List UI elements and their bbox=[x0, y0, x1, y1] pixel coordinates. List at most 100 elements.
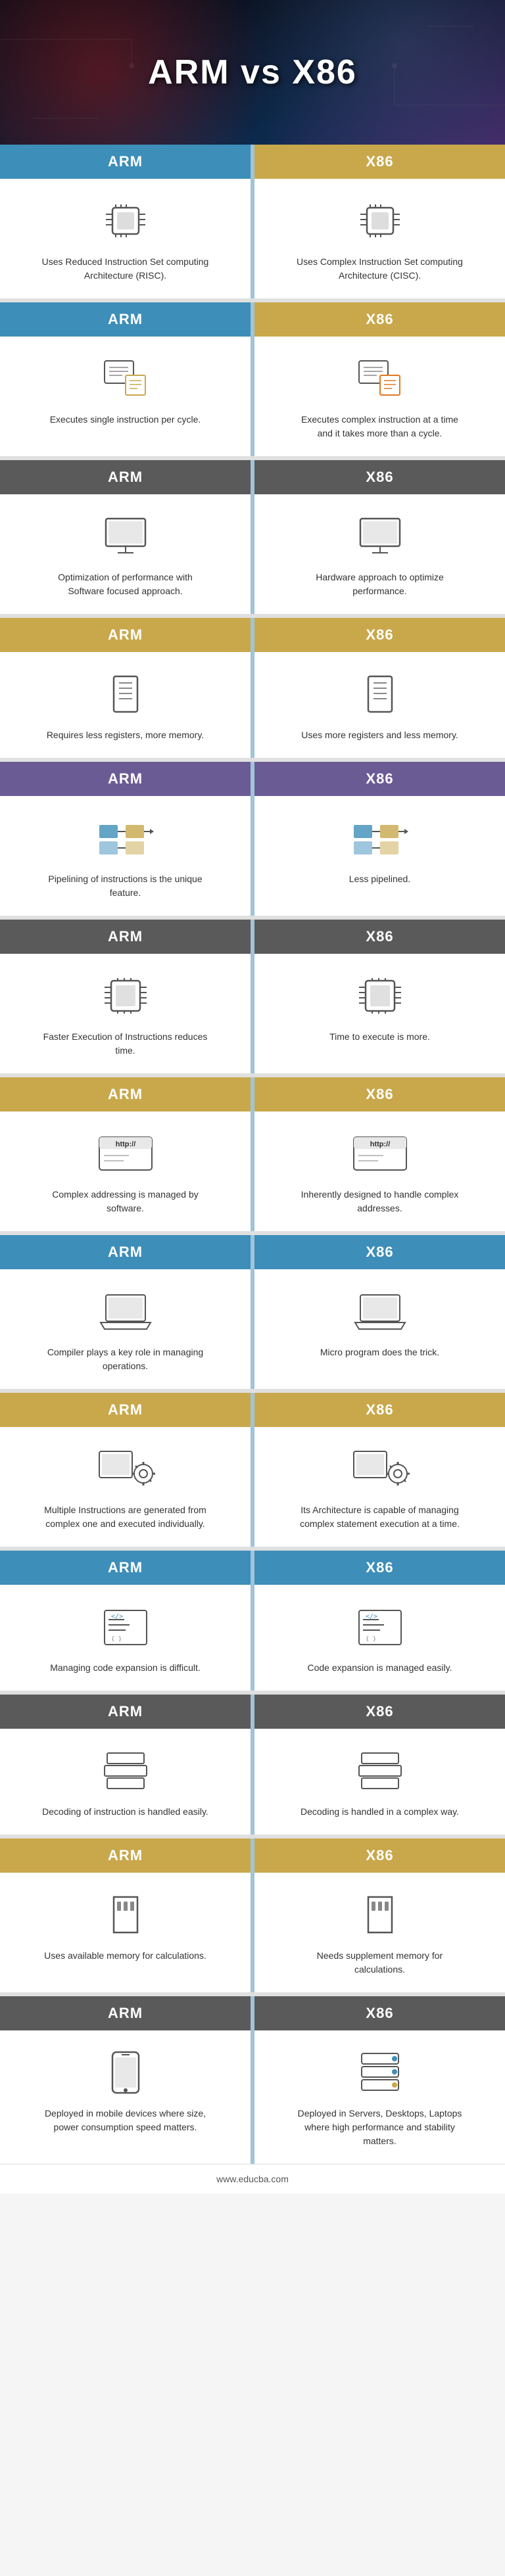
arm-col-instruction-set: Uses Reduced Instruction Set computing A… bbox=[0, 179, 251, 298]
arm-desc-registers: Requires less registers, more memory. bbox=[47, 728, 204, 742]
arm-label-execution-speed: ARM bbox=[0, 920, 251, 954]
x86-col-deployment: Deployed in Servers, Desktops, Laptops w… bbox=[254, 2030, 505, 2164]
arm-col-addressing: http:// Complex addressing is managed by… bbox=[0, 1112, 251, 1231]
content-row-compiler: Compiler plays a key role in managing op… bbox=[0, 1269, 505, 1389]
section-header-deployment: ARM X86 bbox=[0, 1996, 505, 2030]
x86-label-execution-speed: X86 bbox=[254, 920, 505, 954]
arm-desc-pipelining: Pipelining of instructions is the unique… bbox=[40, 872, 211, 900]
x86-col-execution: Executes complex instruction at a time a… bbox=[254, 337, 505, 456]
section-header-microinstructions: ARM X86 bbox=[0, 1393, 505, 1427]
x86-label-registers: X86 bbox=[254, 618, 505, 652]
arm-desc-compiler: Compiler plays a key role in managing op… bbox=[40, 1346, 211, 1373]
content-row-code-expansion: </> { } Managing code expansion is diffi… bbox=[0, 1585, 505, 1691]
x86-col-memory: Needs supplement memory for calculations… bbox=[254, 1873, 505, 1992]
x86-icon-performance bbox=[350, 510, 410, 563]
arm-label-performance: ARM bbox=[0, 460, 251, 494]
page-title: ARM vs X86 bbox=[148, 53, 357, 92]
arm-label-deployment: ARM bbox=[0, 1996, 251, 2030]
x86-desc-addressing: Inherently designed to handle complex ad… bbox=[295, 1188, 466, 1215]
content-row-registers: Requires less registers, more memory. Us… bbox=[0, 652, 505, 758]
section-header-performance: ARM X86 bbox=[0, 460, 505, 494]
arm-col-pipelining: Pipelining of instructions is the unique… bbox=[0, 796, 251, 916]
x86-col-performance: Hardware approach to optimize performanc… bbox=[254, 494, 505, 614]
section-header-pipelining: ARM X86 bbox=[0, 762, 505, 796]
arm-desc-addressing: Complex addressing is managed by softwar… bbox=[40, 1188, 211, 1215]
x86-desc-registers: Uses more registers and less memory. bbox=[301, 728, 458, 742]
arm-col-code-expansion: </> { } Managing code expansion is diffi… bbox=[0, 1585, 251, 1691]
content-row-execution: Executes single instruction per cycle. E… bbox=[0, 337, 505, 456]
arm-icon-registers bbox=[96, 668, 155, 720]
arm-label-registers: ARM bbox=[0, 618, 251, 652]
arm-desc-execution-speed: Faster Execution of Instructions reduces… bbox=[40, 1030, 211, 1058]
arm-col-microinstructions: Multiple Instructions are generated from… bbox=[0, 1427, 251, 1547]
x86-col-execution-speed: Time to execute is more. bbox=[254, 954, 505, 1073]
arm-label-execution: ARM bbox=[0, 302, 251, 337]
x86-desc-deployment: Deployed in Servers, Desktops, Laptops w… bbox=[295, 2107, 466, 2148]
x86-label-deployment: X86 bbox=[254, 1996, 505, 2030]
content-row-execution-speed: Faster Execution of Instructions reduces… bbox=[0, 954, 505, 1073]
x86-label-decoding: X86 bbox=[254, 1695, 505, 1729]
x86-label-instruction-set: X86 bbox=[254, 145, 505, 179]
x86-desc-pipelining: Less pipelined. bbox=[349, 872, 410, 886]
section-header-memory: ARM X86 bbox=[0, 1838, 505, 1873]
x86-icon-compiler bbox=[350, 1285, 410, 1338]
arm-label-decoding: ARM bbox=[0, 1695, 251, 1729]
content-row-performance: Optimization of performance with Softwar… bbox=[0, 494, 505, 614]
footer: www.educba.com bbox=[0, 2164, 505, 2193]
arm-desc-decoding: Decoding of instruction is handled easil… bbox=[42, 1805, 208, 1819]
x86-label-pipelining: X86 bbox=[254, 762, 505, 796]
x86-icon-execution-speed bbox=[350, 970, 410, 1022]
x86-col-addressing: http:// Inherently designed to handle co… bbox=[254, 1112, 505, 1231]
arm-label-microinstructions: ARM bbox=[0, 1393, 251, 1427]
arm-label-compiler: ARM bbox=[0, 1235, 251, 1269]
x86-icon-decoding bbox=[350, 1745, 410, 1797]
x86-desc-execution: Executes complex instruction at a time a… bbox=[295, 413, 466, 440]
x86-icon-memory bbox=[350, 1888, 410, 1941]
arm-icon-addressing: http:// bbox=[96, 1127, 155, 1180]
x86-col-code-expansion: </> { } Code expansion is managed easily… bbox=[254, 1585, 505, 1691]
x86-icon-instruction-set bbox=[350, 195, 410, 247]
x86-label-addressing: X86 bbox=[254, 1077, 505, 1112]
section-header-decoding: ARM X86 bbox=[0, 1695, 505, 1729]
rows-container: ARM X86 Uses Reduced Instruction Set com… bbox=[0, 145, 505, 2164]
x86-desc-code-expansion: Code expansion is managed easily. bbox=[308, 1661, 452, 1675]
arm-desc-microinstructions: Multiple Instructions are generated from… bbox=[40, 1503, 211, 1531]
footer-text: www.educba.com bbox=[216, 2174, 289, 2184]
x86-label-memory: X86 bbox=[254, 1838, 505, 1873]
content-row-pipelining: Pipelining of instructions is the unique… bbox=[0, 796, 505, 916]
x86-desc-performance: Hardware approach to optimize performanc… bbox=[295, 571, 466, 598]
content-row-decoding: Decoding of instruction is handled easil… bbox=[0, 1729, 505, 1835]
section-header-execution: ARM X86 bbox=[0, 302, 505, 337]
x86-desc-execution-speed: Time to execute is more. bbox=[329, 1030, 430, 1044]
arm-col-registers: Requires less registers, more memory. bbox=[0, 652, 251, 758]
svg-text:</>: </> bbox=[366, 1613, 377, 1620]
arm-icon-microinstructions bbox=[96, 1443, 155, 1495]
arm-icon-memory bbox=[96, 1888, 155, 1941]
x86-icon-registers bbox=[350, 668, 410, 720]
x86-label-performance: X86 bbox=[254, 460, 505, 494]
arm-icon-instruction-set bbox=[96, 195, 155, 247]
arm-icon-execution-speed bbox=[96, 970, 155, 1022]
arm-col-deployment: Deployed in mobile devices where size, p… bbox=[0, 2030, 251, 2164]
content-row-instruction-set: Uses Reduced Instruction Set computing A… bbox=[0, 179, 505, 298]
x86-desc-instruction-set: Uses Complex Instruction Set computing A… bbox=[295, 255, 466, 283]
section-header-addressing: ARM X86 bbox=[0, 1077, 505, 1112]
arm-label-pipelining: ARM bbox=[0, 762, 251, 796]
arm-col-performance: Optimization of performance with Softwar… bbox=[0, 494, 251, 614]
svg-text:http://: http:// bbox=[115, 1140, 135, 1148]
x86-icon-microinstructions bbox=[350, 1443, 410, 1495]
arm-col-compiler: Compiler plays a key role in managing op… bbox=[0, 1269, 251, 1389]
x86-icon-pipelining bbox=[350, 812, 410, 864]
arm-icon-performance bbox=[96, 510, 155, 563]
arm-icon-code-expansion: </> { } bbox=[96, 1601, 155, 1653]
arm-desc-performance: Optimization of performance with Softwar… bbox=[40, 571, 211, 598]
x86-desc-decoding: Decoding is handled in a complex way. bbox=[301, 1805, 459, 1819]
arm-icon-compiler bbox=[96, 1285, 155, 1338]
content-row-memory: Uses available memory for calculations. … bbox=[0, 1873, 505, 1992]
x86-label-compiler: X86 bbox=[254, 1235, 505, 1269]
x86-col-pipelining: Less pipelined. bbox=[254, 796, 505, 916]
x86-label-microinstructions: X86 bbox=[254, 1393, 505, 1427]
content-row-microinstructions: Multiple Instructions are generated from… bbox=[0, 1427, 505, 1547]
arm-icon-decoding bbox=[96, 1745, 155, 1797]
arm-icon-execution bbox=[96, 352, 155, 405]
